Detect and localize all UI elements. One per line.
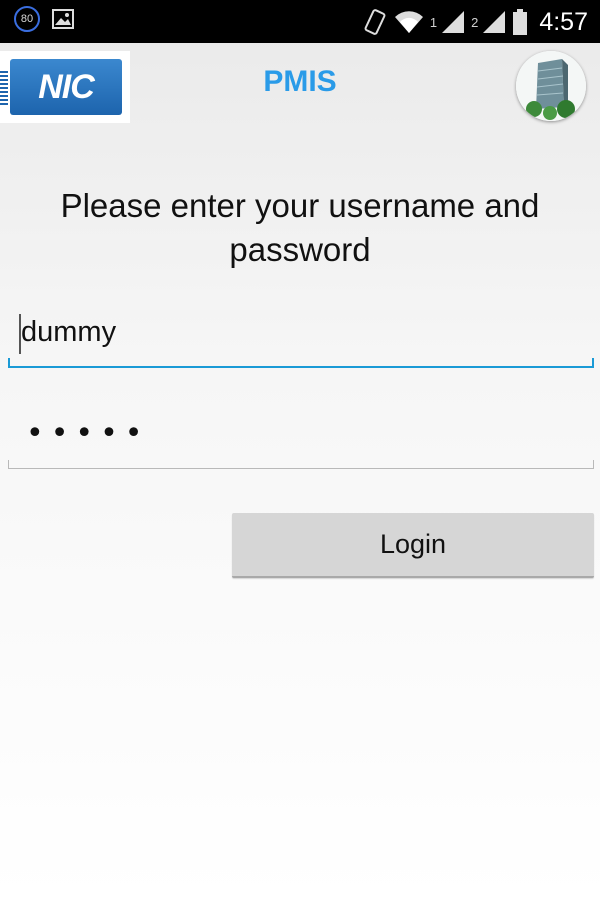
sim1-label: 1 <box>429 14 438 30</box>
battery-icon <box>513 9 528 35</box>
notification-badge: 80 <box>14 6 40 32</box>
login-button[interactable]: Login <box>232 513 594 578</box>
sim2-label: 2 <box>471 14 479 30</box>
building-avatar-icon[interactable] <box>516 51 586 121</box>
signal-icon <box>483 11 506 33</box>
action-bar: NIC PMIS <box>0 43 600 129</box>
password-field[interactable]: ••••• <box>8 408 594 469</box>
username-field[interactable]: dummy <box>8 306 594 368</box>
password-mask: ••••• <box>26 416 150 451</box>
clock: 4:57 <box>539 7 588 36</box>
app-title: PMIS <box>263 65 337 98</box>
building-icon <box>516 51 586 121</box>
wifi-icon <box>394 11 423 33</box>
status-bar: 80 1 2 4:57 <box>0 0 600 43</box>
username-value: dummy <box>21 316 117 348</box>
signal-icon <box>442 11 465 33</box>
login-prompt: Please enter your username and password <box>60 187 540 268</box>
gallery-icon <box>52 9 74 29</box>
rotate-icon <box>364 9 386 35</box>
